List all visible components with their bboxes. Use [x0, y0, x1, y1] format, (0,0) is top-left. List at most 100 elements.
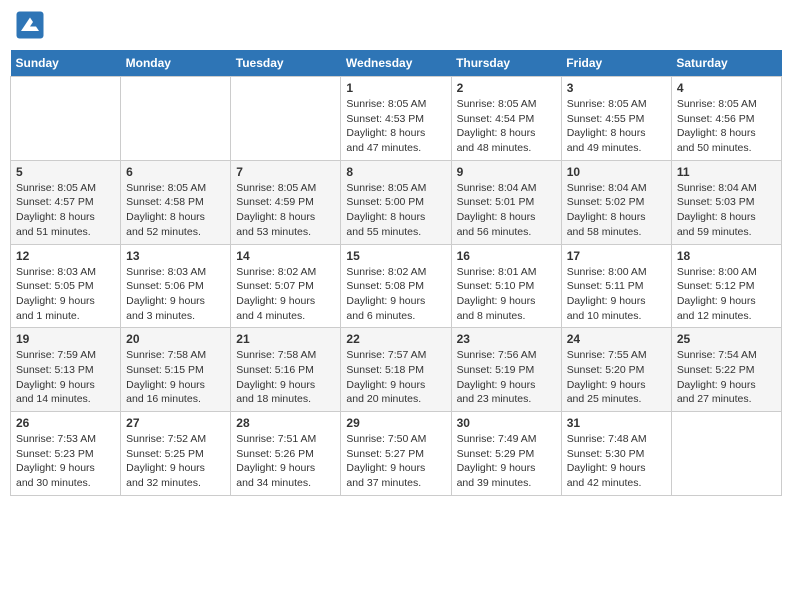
day-info: Sunrise: 8:05 AM Sunset: 4:58 PM Dayligh…	[126, 181, 225, 240]
calendar-cell: 7Sunrise: 8:05 AM Sunset: 4:59 PM Daylig…	[231, 160, 341, 244]
calendar-cell: 29 Sunrise: 7:50 AM Sunset: 5:27 PM Dayli…	[341, 412, 451, 496]
weekday-header: Tuesday	[231, 50, 341, 77]
calendar-cell: 12Sunrise: 8:03 AM Sunset: 5:05 PM Dayli…	[11, 244, 121, 328]
day-number: 6	[126, 165, 225, 179]
weekday-header: Sunday	[11, 50, 121, 77]
calendar-cell: 27 Sunrise: 7:52 AM Sunset: 5:25 PM Dayli…	[121, 412, 231, 496]
day-number: 17	[567, 249, 666, 263]
day-info: Sunrise: 8:03 AM Sunset: 5:06 PM Dayligh…	[126, 265, 225, 324]
calendar-cell: 19Sunrise: 7:59 AM Sunset: 5:13 PM Dayli…	[11, 328, 121, 412]
day-number: 27	[126, 416, 225, 430]
logo	[15, 10, 49, 40]
page-header	[10, 10, 782, 40]
day-info: Sunrise: 8:02 AM Sunset: 5:07 PM Dayligh…	[236, 265, 335, 324]
calendar-table: SundayMondayTuesdayWednesdayThursdayFrid…	[10, 50, 782, 496]
calendar-cell	[671, 412, 781, 496]
day-info: Sunrise: 8:04 AM Sunset: 5:01 PM Dayligh…	[457, 181, 556, 240]
calendar-week-row: 1 Sunrise: 8:05 AM Sunset: 4:53 PM Daylig…	[11, 77, 782, 161]
calendar-cell: 30 Sunrise: 7:49 AM Sunset: 5:29 PM Dayli…	[451, 412, 561, 496]
calendar-cell: 5 Sunrise: 8:05 AM Sunset: 4:57 PM Daylig…	[11, 160, 121, 244]
day-number: 13	[126, 249, 225, 263]
day-info: Sunrise: 8:04 AM Sunset: 5:02 PM Dayligh…	[567, 181, 666, 240]
day-info: Sunrise: 7:51 AM Sunset: 5:26 PM Dayligh…	[236, 432, 335, 491]
day-info: Sunrise: 8:00 AM Sunset: 5:12 PM Dayligh…	[677, 265, 776, 324]
day-info: Sunrise: 7:50 AM Sunset: 5:27 PM Dayligh…	[346, 432, 445, 491]
day-number: 2	[457, 81, 556, 95]
day-number: 8	[346, 165, 445, 179]
calendar-cell: 8 Sunrise: 8:05 AM Sunset: 5:00 PM Daylig…	[341, 160, 451, 244]
day-info: Sunrise: 8:02 AM Sunset: 5:08 PM Dayligh…	[346, 265, 445, 324]
day-info: Sunrise: 7:52 AM Sunset: 5:25 PM Dayligh…	[126, 432, 225, 491]
day-number: 31	[567, 416, 666, 430]
day-number: 20	[126, 332, 225, 346]
day-number: 24	[567, 332, 666, 346]
calendar-cell: 28 Sunrise: 7:51 AM Sunset: 5:26 PM Dayli…	[231, 412, 341, 496]
weekday-header: Monday	[121, 50, 231, 77]
calendar-cell: 14 Sunrise: 8:02 AM Sunset: 5:07 PM Dayli…	[231, 244, 341, 328]
calendar-cell: 1 Sunrise: 8:05 AM Sunset: 4:53 PM Daylig…	[341, 77, 451, 161]
day-info: Sunrise: 8:05 AM Sunset: 4:53 PM Dayligh…	[346, 97, 445, 156]
calendar-week-row: 26 Sunrise: 7:53 AM Sunset: 5:23 PM Dayli…	[11, 412, 782, 496]
day-number: 9	[457, 165, 556, 179]
day-info: Sunrise: 8:01 AM Sunset: 5:10 PM Dayligh…	[457, 265, 556, 324]
calendar-cell: 13 Sunrise: 8:03 AM Sunset: 5:06 PM Dayli…	[121, 244, 231, 328]
day-number: 23	[457, 332, 556, 346]
weekday-header: Saturday	[671, 50, 781, 77]
day-info: Sunrise: 8:03 AM Sunset: 5:05 PM Dayligh…	[16, 265, 115, 324]
calendar-cell: 2 Sunrise: 8:05 AM Sunset: 4:54 PM Daylig…	[451, 77, 561, 161]
calendar-week-row: 19Sunrise: 7:59 AM Sunset: 5:13 PM Dayli…	[11, 328, 782, 412]
calendar-cell: 26 Sunrise: 7:53 AM Sunset: 5:23 PM Dayli…	[11, 412, 121, 496]
day-number: 28	[236, 416, 335, 430]
day-info: Sunrise: 8:05 AM Sunset: 4:57 PM Dayligh…	[16, 181, 115, 240]
day-info: Sunrise: 7:58 AM Sunset: 5:15 PM Dayligh…	[126, 348, 225, 407]
day-info: Sunrise: 8:05 AM Sunset: 4:55 PM Dayligh…	[567, 97, 666, 156]
day-info: Sunrise: 7:55 AM Sunset: 5:20 PM Dayligh…	[567, 348, 666, 407]
day-number: 26	[16, 416, 115, 430]
day-number: 11	[677, 165, 776, 179]
calendar-cell	[231, 77, 341, 161]
day-info: Sunrise: 8:00 AM Sunset: 5:11 PM Dayligh…	[567, 265, 666, 324]
weekday-header: Thursday	[451, 50, 561, 77]
calendar-cell: 23Sunrise: 7:56 AM Sunset: 5:19 PM Dayli…	[451, 328, 561, 412]
day-info: Sunrise: 7:59 AM Sunset: 5:13 PM Dayligh…	[16, 348, 115, 407]
day-number: 30	[457, 416, 556, 430]
day-info: Sunrise: 7:53 AM Sunset: 5:23 PM Dayligh…	[16, 432, 115, 491]
calendar-cell: 15 Sunrise: 8:02 AM Sunset: 5:08 PM Dayli…	[341, 244, 451, 328]
day-number: 21	[236, 332, 335, 346]
day-number: 4	[677, 81, 776, 95]
day-info: Sunrise: 7:48 AM Sunset: 5:30 PM Dayligh…	[567, 432, 666, 491]
calendar-cell: 11Sunrise: 8:04 AM Sunset: 5:03 PM Dayli…	[671, 160, 781, 244]
day-info: Sunrise: 7:57 AM Sunset: 5:18 PM Dayligh…	[346, 348, 445, 407]
calendar-cell: 20 Sunrise: 7:58 AM Sunset: 5:15 PM Dayli…	[121, 328, 231, 412]
day-number: 15	[346, 249, 445, 263]
day-number: 14	[236, 249, 335, 263]
calendar-cell: 18 Sunrise: 8:00 AM Sunset: 5:12 PM Dayli…	[671, 244, 781, 328]
day-info: Sunrise: 7:49 AM Sunset: 5:29 PM Dayligh…	[457, 432, 556, 491]
day-info: Sunrise: 7:54 AM Sunset: 5:22 PM Dayligh…	[677, 348, 776, 407]
calendar-cell: 17 Sunrise: 8:00 AM Sunset: 5:11 PM Dayli…	[561, 244, 671, 328]
day-info: Sunrise: 7:58 AM Sunset: 5:16 PM Dayligh…	[236, 348, 335, 407]
day-info: Sunrise: 8:05 AM Sunset: 4:56 PM Dayligh…	[677, 97, 776, 156]
calendar-cell: 6 Sunrise: 8:05 AM Sunset: 4:58 PM Daylig…	[121, 160, 231, 244]
day-number: 1	[346, 81, 445, 95]
calendar-cell: 22Sunrise: 7:57 AM Sunset: 5:18 PM Dayli…	[341, 328, 451, 412]
calendar-cell: 9 Sunrise: 8:04 AM Sunset: 5:01 PM Daylig…	[451, 160, 561, 244]
day-number: 5	[16, 165, 115, 179]
day-number: 10	[567, 165, 666, 179]
calendar-cell: 3 Sunrise: 8:05 AM Sunset: 4:55 PM Daylig…	[561, 77, 671, 161]
day-number: 16	[457, 249, 556, 263]
calendar-cell: 24 Sunrise: 7:55 AM Sunset: 5:20 PM Dayli…	[561, 328, 671, 412]
calendar-cell: 21 Sunrise: 7:58 AM Sunset: 5:16 PM Dayli…	[231, 328, 341, 412]
day-number: 3	[567, 81, 666, 95]
calendar-cell: 4 Sunrise: 8:05 AM Sunset: 4:56 PM Daylig…	[671, 77, 781, 161]
calendar-cell	[11, 77, 121, 161]
weekday-header-row: SundayMondayTuesdayWednesdayThursdayFrid…	[11, 50, 782, 77]
calendar-cell	[121, 77, 231, 161]
day-info: Sunrise: 8:05 AM Sunset: 5:00 PM Dayligh…	[346, 181, 445, 240]
calendar-week-row: 12Sunrise: 8:03 AM Sunset: 5:05 PM Dayli…	[11, 244, 782, 328]
day-info: Sunrise: 8:05 AM Sunset: 4:59 PM Dayligh…	[236, 181, 335, 240]
day-info: Sunrise: 8:05 AM Sunset: 4:54 PM Dayligh…	[457, 97, 556, 156]
calendar-week-row: 5 Sunrise: 8:05 AM Sunset: 4:57 PM Daylig…	[11, 160, 782, 244]
day-number: 18	[677, 249, 776, 263]
day-number: 29	[346, 416, 445, 430]
